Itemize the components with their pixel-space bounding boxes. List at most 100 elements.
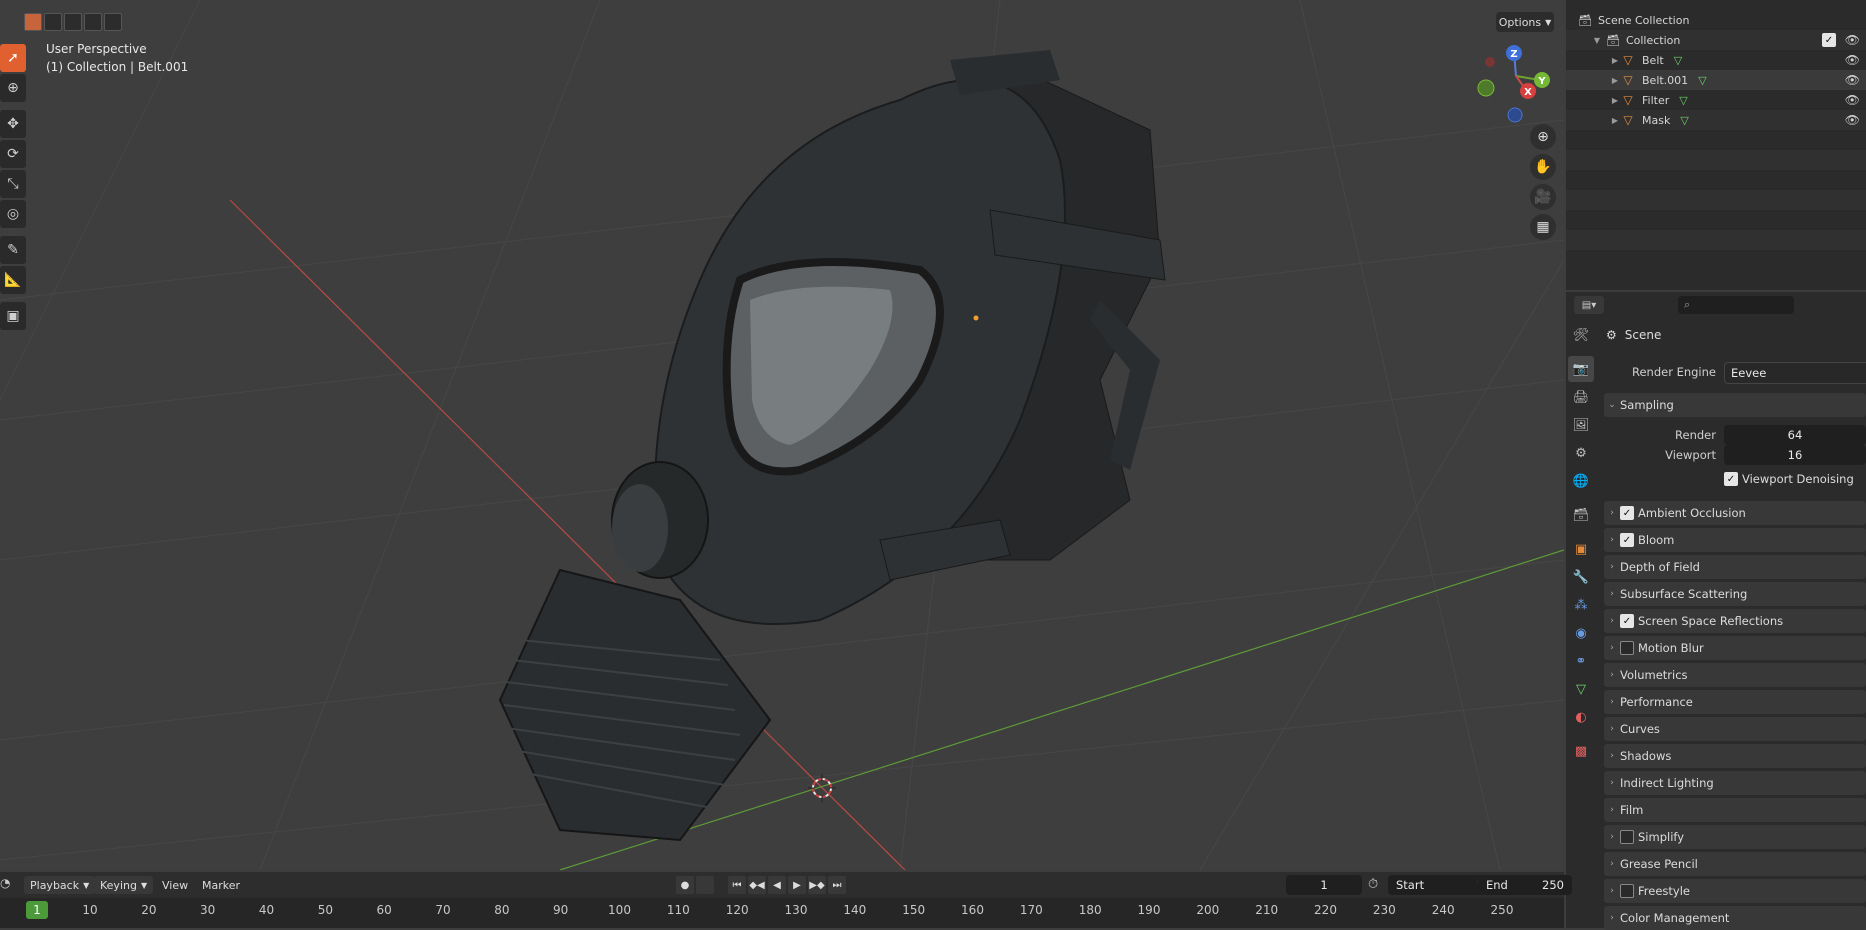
move-tool[interactable]: ✥ xyxy=(0,110,26,138)
panel-performance[interactable]: › Performance xyxy=(1604,690,1866,714)
panel-indirect-lighting[interactable]: › Indirect Lighting xyxy=(1604,771,1866,795)
editor-type-dropdown[interactable]: ▤▾ xyxy=(1574,296,1604,314)
tab-physics[interactable]: ◉ xyxy=(1568,620,1594,646)
options-dropdown[interactable]: Options ▼ xyxy=(1496,12,1554,32)
panel-volumetrics[interactable]: › Volumetrics xyxy=(1604,663,1866,687)
ortho-toggle-button[interactable]: ▦ xyxy=(1530,214,1556,240)
end-frame-field[interactable]: End 250 xyxy=(1478,875,1572,895)
panel-color-management[interactable]: › Color Management xyxy=(1604,906,1866,930)
transform-tool[interactable]: ◎ xyxy=(0,200,26,228)
jump-start-button[interactable]: ⏮ xyxy=(728,876,746,894)
outliner-item[interactable]: ▶ ▽ Mask ▽ 👁 xyxy=(1566,110,1866,130)
annotate-tool[interactable]: ✎ xyxy=(0,236,26,264)
tab-collection[interactable]: 🗃 xyxy=(1568,502,1594,528)
panel-enable-checkbox[interactable] xyxy=(1620,641,1634,655)
exclude-checkbox[interactable]: ✓ xyxy=(1822,33,1836,47)
play-button[interactable]: ▶ xyxy=(788,876,806,894)
next-keyframe-button[interactable]: ▶◆ xyxy=(808,876,826,894)
panel-subsurface-scattering[interactable]: › Subsurface Scattering xyxy=(1604,582,1866,606)
record-button[interactable]: ● xyxy=(676,876,694,894)
stopwatch-icon[interactable]: ⏱ xyxy=(1368,877,1378,892)
measure-tool[interactable]: 📐 xyxy=(0,266,26,294)
pan-button[interactable]: ✋ xyxy=(1530,154,1556,180)
viewport-denoising-checkbox[interactable]: ✓ xyxy=(1724,472,1738,486)
visibility-eye-icon[interactable]: 👁 xyxy=(1845,33,1860,47)
tab-tool[interactable]: 🛠 xyxy=(1568,322,1594,348)
panel-screen-space-reflections[interactable]: › ✓ Screen Space Reflections xyxy=(1604,609,1866,633)
expand-triangle-icon[interactable]: ▶ xyxy=(1610,116,1620,125)
visibility-eye-icon[interactable]: 👁 xyxy=(1845,73,1860,87)
expand-triangle-icon[interactable]: ▶ xyxy=(1610,96,1620,105)
prev-keyframe-button[interactable]: ◆◀ xyxy=(748,876,766,894)
editor-type-icon[interactable]: ◔ xyxy=(0,876,18,894)
auto-key-options-button[interactable] xyxy=(696,876,714,894)
tab-output[interactable]: 🖨 xyxy=(1568,384,1594,410)
mesh-data-icon[interactable]: ▽ xyxy=(1680,114,1688,127)
scene-collection-row[interactable]: 🗃 Scene Collection xyxy=(1566,10,1866,30)
marker-menu[interactable]: Marker xyxy=(202,879,240,892)
panel-sampling[interactable]: ⌄ Sampling xyxy=(1604,393,1866,417)
panel-film[interactable]: › Film xyxy=(1604,798,1866,822)
mesh-data-icon[interactable]: ▽ xyxy=(1674,54,1682,67)
panel-ambient-occlusion[interactable]: › ✓ Ambient Occlusion xyxy=(1604,501,1866,525)
cursor-tool[interactable]: ⊕ xyxy=(0,74,26,102)
tab-constraints[interactable]: ⚭ xyxy=(1568,648,1594,674)
mesh-data-icon[interactable]: ▽ xyxy=(1698,74,1706,87)
keying-menu[interactable]: Keying ▼ xyxy=(94,876,154,894)
outliner-item[interactable]: ▶ ▽ Filter ▽ 👁 xyxy=(1566,90,1866,110)
panel-depth-of-field[interactable]: › Depth of Field xyxy=(1604,555,1866,579)
tab-render[interactable]: 📷 xyxy=(1568,356,1594,382)
panel-simplify[interactable]: › Simplify xyxy=(1604,825,1866,849)
start-frame-field[interactable]: Start 1 xyxy=(1388,875,1492,895)
tab-particles[interactable]: ⁂ xyxy=(1568,592,1594,618)
mesh-data-icon[interactable]: ▽ xyxy=(1679,94,1687,107)
panel-enable-checkbox[interactable]: ✓ xyxy=(1620,614,1634,628)
select-new-button[interactable] xyxy=(24,13,42,31)
tab-material[interactable]: ◐ xyxy=(1568,704,1594,730)
timeline-ruler[interactable]: 1102030405060708090100110120130140150160… xyxy=(0,898,1564,928)
render-engine-select[interactable]: Eevee xyxy=(1724,362,1866,384)
rotate-tool[interactable]: ⟳ xyxy=(0,140,26,168)
view-menu[interactable]: View xyxy=(162,879,188,892)
outliner-item[interactable]: ▶ ▽ Belt ▽ 👁 xyxy=(1566,50,1866,70)
panel-enable-checkbox[interactable] xyxy=(1620,884,1634,898)
playback-menu[interactable]: Playback ▼ xyxy=(24,876,96,894)
tab-texture[interactable]: ▩ xyxy=(1568,738,1594,764)
select-subtract-button[interactable] xyxy=(64,13,82,31)
collection-row[interactable]: ▼ 🗃 Collection ✓ 👁 xyxy=(1566,30,1866,50)
current-frame-field[interactable]: 1 xyxy=(1286,875,1362,895)
tab-view-layer[interactable]: 🖼 xyxy=(1568,412,1594,438)
scale-tool[interactable]: ⤡ xyxy=(0,170,26,198)
jump-end-button[interactable]: ⏭ xyxy=(828,876,846,894)
samples-viewport-field[interactable]: 16 xyxy=(1724,445,1866,465)
expand-triangle-icon[interactable]: ▼ xyxy=(1592,36,1602,45)
panel-bloom[interactable]: › ✓ Bloom xyxy=(1604,528,1866,552)
panel-enable-checkbox[interactable]: ✓ xyxy=(1620,506,1634,520)
camera-view-button[interactable]: 🎥 xyxy=(1530,184,1556,210)
visibility-eye-icon[interactable]: 👁 xyxy=(1845,93,1860,107)
zoom-button[interactable]: ⊕ xyxy=(1530,124,1556,150)
properties-search-input[interactable]: ⌕ xyxy=(1678,296,1794,314)
expand-triangle-icon[interactable]: ▶ xyxy=(1610,76,1620,85)
select-invert-button[interactable] xyxy=(84,13,102,31)
tab-world[interactable]: 🌐 xyxy=(1568,468,1594,494)
3d-viewport[interactable]: Z Y X User Perspective (1) Collection | … xyxy=(0,0,1564,870)
visibility-eye-icon[interactable]: 👁 xyxy=(1845,53,1860,67)
panel-curves[interactable]: › Curves xyxy=(1604,717,1866,741)
tab-scene[interactable]: ⚙ xyxy=(1568,440,1594,466)
tab-data[interactable]: ▽ xyxy=(1568,676,1594,702)
panel-shadows[interactable]: › Shadows xyxy=(1604,744,1866,768)
panel-freestyle[interactable]: › Freestyle xyxy=(1604,879,1866,903)
select-box-tool[interactable]: ➚ xyxy=(0,44,26,72)
panel-motion-blur[interactable]: › Motion Blur xyxy=(1604,636,1866,660)
visibility-eye-icon[interactable]: 👁 xyxy=(1845,113,1860,127)
add-cube-tool[interactable]: ▣ xyxy=(0,302,26,330)
panel-grease-pencil[interactable]: › Grease Pencil xyxy=(1604,852,1866,876)
select-intersect-button[interactable] xyxy=(104,13,122,31)
select-extend-button[interactable] xyxy=(44,13,62,31)
tab-modifiers[interactable]: 🔧 xyxy=(1568,564,1594,590)
panel-enable-checkbox[interactable]: ✓ xyxy=(1620,533,1634,547)
panel-enable-checkbox[interactable] xyxy=(1620,830,1634,844)
current-frame-indicator[interactable]: 1 xyxy=(26,901,48,919)
outliner-item-selected[interactable]: ▶ ▽ Belt.001 ▽ 👁 xyxy=(1566,70,1866,90)
